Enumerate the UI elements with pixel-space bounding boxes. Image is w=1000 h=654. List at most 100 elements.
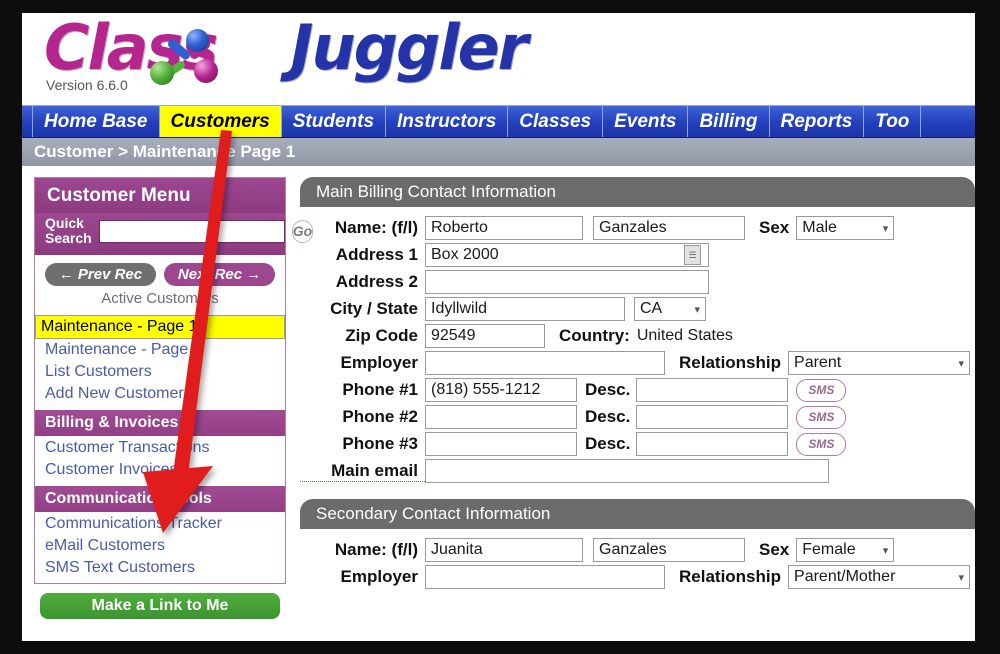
main-email-input[interactable] bbox=[425, 459, 829, 483]
phone3-input[interactable] bbox=[425, 432, 577, 456]
address-lookup-icon[interactable]: ☰ bbox=[684, 245, 701, 265]
sidebar-item-maintenance-page-2[interactable]: Maintenance - Page 2 bbox=[35, 339, 285, 361]
nav-item-events[interactable]: Events bbox=[603, 106, 689, 137]
label-country: Country: bbox=[559, 326, 630, 345]
label-secondary-name: Name: (f/l) bbox=[334, 540, 418, 559]
address1-input[interactable]: Box 2000 ☰ bbox=[425, 243, 709, 267]
label-phone2: Phone #2 bbox=[342, 407, 418, 426]
chevron-down-icon: ▾ bbox=[882, 544, 889, 557]
label-phone3-desc: Desc. bbox=[585, 434, 631, 453]
secondary-employer-input[interactable] bbox=[425, 565, 665, 589]
section-header-secondary-contact: Secondary Contact Information bbox=[300, 499, 975, 529]
nav-item-instructors[interactable]: Instructors bbox=[386, 106, 509, 137]
sidebar-item-customer-transactions[interactable]: Customer Transactions bbox=[35, 437, 285, 459]
address2-input[interactable] bbox=[425, 270, 709, 294]
ball-blue-icon bbox=[186, 29, 209, 52]
row-main-email: Main email bbox=[300, 459, 975, 483]
record-scope-label: Active Customers bbox=[35, 288, 285, 314]
quick-search-label: Quick Search bbox=[45, 216, 92, 246]
label-phone1: Phone #1 bbox=[342, 380, 418, 399]
secondary-first-name-input[interactable]: Juanita bbox=[425, 538, 583, 562]
secondary-sex-value: Female bbox=[802, 541, 856, 558]
label-address1: Address 1 bbox=[335, 245, 418, 264]
secondary-last-name-input[interactable]: Ganzales bbox=[593, 538, 745, 562]
next-record-button[interactable]: Next Rec → bbox=[164, 263, 275, 286]
first-name-input[interactable]: Roberto bbox=[425, 216, 583, 240]
sidebar-item-maintenance-page-1[interactable]: Maintenance - Page 1 bbox=[35, 315, 285, 339]
arrow-left-icon: ← bbox=[58, 266, 74, 283]
sidebar-item-sms-text-customers[interactable]: SMS Text Customers bbox=[35, 557, 285, 579]
next-record-label: Next Rec bbox=[177, 266, 243, 283]
breadcrumb: Customer > Maintenance Page 1 bbox=[22, 138, 975, 167]
label-phone3: Phone #3 bbox=[342, 434, 418, 453]
sidebar-item-customer-invoices[interactable]: Customer Invoices bbox=[35, 459, 285, 481]
secondary-relationship-value: Parent/Mother bbox=[794, 568, 896, 585]
sidebar-item-list-customers[interactable]: List Customers bbox=[35, 361, 285, 383]
phone1-input[interactable]: (818) 555-1212 bbox=[425, 378, 577, 402]
phone2-input[interactable] bbox=[425, 405, 577, 429]
phone2-sms-button[interactable]: SMS bbox=[796, 405, 847, 429]
phone1-desc-input[interactable] bbox=[636, 378, 789, 402]
nav-item-classes[interactable]: Classes bbox=[508, 106, 604, 137]
nav-item-tools[interactable]: Too bbox=[864, 106, 922, 137]
label-sex: Sex bbox=[759, 218, 790, 237]
row-zip-country: Zip Code 92549 Country: United States bbox=[300, 324, 975, 348]
app-logo: Class Juggler bbox=[44, 13, 528, 84]
sidebar-item-add-new-customer[interactable]: Add New Customer bbox=[35, 383, 285, 405]
sidebar-group-communication-links: Communications Tracker eMail Customers S… bbox=[35, 512, 285, 583]
label-phone1-desc: Desc. bbox=[585, 380, 631, 399]
chevron-down-icon: ▾ bbox=[958, 357, 965, 370]
sidebar-group-billing-invoices: Billing & Invoices bbox=[35, 409, 285, 436]
nav-item-students[interactable]: Students bbox=[282, 106, 387, 137]
relationship-select[interactable]: Parent ▾ bbox=[788, 351, 971, 375]
chevron-down-icon: ▾ bbox=[882, 222, 889, 235]
sidebar-item-email-customers[interactable]: eMail Customers bbox=[35, 535, 285, 557]
sex-value: Male bbox=[802, 219, 837, 236]
ball-magenta-icon bbox=[194, 59, 218, 83]
logo-band: Class Juggler Version 6.6.0 bbox=[22, 13, 975, 105]
customer-menu-panel: Customer Menu Quick Search Go ← Prev Rec bbox=[34, 177, 314, 584]
row-address2: Address 2 bbox=[300, 270, 975, 294]
nav-item-home-base[interactable]: Home Base bbox=[32, 106, 160, 137]
label-phone2-desc: Desc. bbox=[585, 407, 631, 426]
sex-select[interactable]: Male ▾ bbox=[796, 216, 895, 240]
last-name-input[interactable]: Ganzales bbox=[593, 216, 745, 240]
city-input[interactable]: Idyllwild bbox=[425, 297, 625, 321]
phone3-desc-input[interactable] bbox=[636, 432, 789, 456]
label-main-email: Main email bbox=[300, 461, 425, 482]
sidebar-item-communications-tracker[interactable]: Communications Tracker bbox=[35, 513, 285, 535]
chevron-down-icon: ▾ bbox=[694, 303, 700, 316]
zip-input[interactable]: 92549 bbox=[425, 324, 545, 348]
sidebar-group-billing-links: Customer Transactions Customer Invoices bbox=[35, 436, 285, 485]
row-phone3: Phone #3 Desc. SMS bbox=[300, 432, 975, 456]
app-page: Class Juggler Version 6.6.0 Home Base Cus… bbox=[22, 13, 975, 641]
phone2-desc-input[interactable] bbox=[636, 405, 789, 429]
secondary-sex-select[interactable]: Female ▾ bbox=[796, 538, 895, 562]
row-phone1: Phone #1 (818) 555-1212 Desc. SMS bbox=[300, 378, 975, 402]
quick-search-input[interactable] bbox=[98, 219, 285, 243]
row-phone2: Phone #2 Desc. SMS bbox=[300, 405, 975, 429]
phone3-sms-button[interactable]: SMS bbox=[796, 432, 847, 456]
prev-record-button[interactable]: ← Prev Rec bbox=[45, 263, 156, 286]
nav-item-billing[interactable]: Billing bbox=[688, 106, 770, 137]
main-form: Main Billing Contact Information Name: (… bbox=[300, 177, 975, 619]
arrow-right-icon: → bbox=[246, 266, 262, 283]
state-select[interactable]: CA ▾ bbox=[634, 297, 706, 321]
relationship-value: Parent bbox=[794, 354, 842, 371]
address1-value: Box 2000 bbox=[431, 246, 499, 263]
content-area: Customer Menu Quick Search Go ← Prev Rec bbox=[22, 167, 975, 619]
main-navigation: Home Base Customers Students Instructors… bbox=[22, 105, 975, 138]
nav-item-customers[interactable]: Customers bbox=[159, 106, 282, 137]
row-name: Name: (f/l) Roberto Ganzales Sex Male ▾ bbox=[300, 216, 975, 240]
chevron-down-icon: ▾ bbox=[958, 571, 965, 584]
secondary-relationship-select[interactable]: Parent/Mother ▾ bbox=[788, 565, 971, 589]
label-secondary-relationship: Relationship bbox=[679, 567, 782, 586]
phone1-sms-button[interactable]: SMS bbox=[796, 378, 847, 402]
sidebar-title: Customer Menu bbox=[35, 178, 285, 213]
label-employer: Employer bbox=[340, 353, 418, 372]
make-link-button[interactable]: Make a Link to Me bbox=[40, 593, 280, 619]
employer-input[interactable] bbox=[425, 351, 665, 375]
label-name: Name: (f/l) bbox=[334, 218, 418, 237]
nav-item-reports[interactable]: Reports bbox=[770, 106, 865, 137]
row-secondary-name: Name: (f/l) Juanita Ganzales Sex Female … bbox=[300, 538, 975, 562]
